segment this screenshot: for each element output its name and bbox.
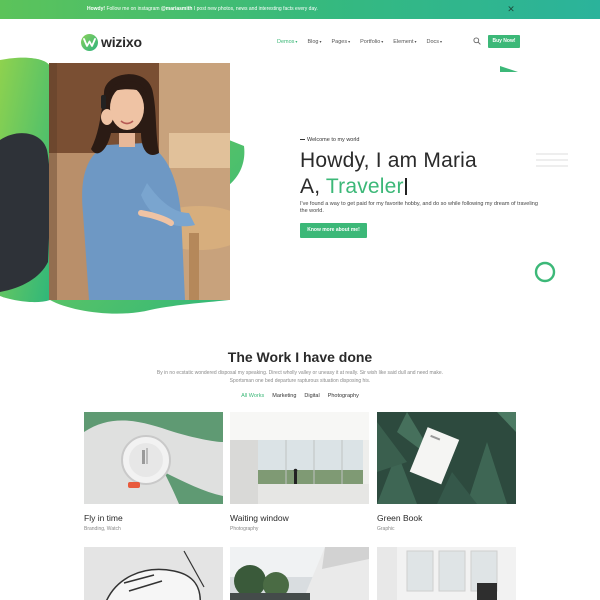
portfolio-title: Waiting window (230, 513, 289, 523)
announcement-text-b: I post new photos, news and interesting … (192, 6, 318, 12)
hero-title-accent: Traveler (325, 175, 404, 198)
chevron-down-icon: ▾ (440, 39, 443, 44)
portfolio-category: Branding, Watch (84, 526, 121, 532)
filter-photography[interactable]: Photography (328, 393, 359, 399)
nav-item-docs[interactable]: Docs▾ (427, 39, 443, 45)
portfolio-card[interactable] (84, 547, 223, 600)
hero-photo (49, 63, 230, 300)
portfolio-image-shoe (84, 547, 223, 600)
nav-item-demos[interactable]: Demos▾ (277, 39, 297, 45)
portfolio-card[interactable]: Fly in time Branding, Watch (84, 412, 223, 532)
nav-label: Pages (331, 39, 348, 45)
hero-title: Howdy, I am Maria A, Traveler (300, 148, 540, 200)
portfolio-image-interior (377, 547, 516, 600)
nav-label: Demos (277, 39, 295, 45)
announcement-text: Howdy! Follow me on instagram @mariasmit… (87, 0, 318, 19)
main-nav: Demos▾ Blog▾ Pages▾ Portfolio▾ Element▾ … (277, 35, 452, 49)
portfolio-title: Fly in time (84, 513, 123, 523)
page: Howdy! Follow me on instagram @mariasmit… (0, 0, 600, 600)
portfolio-card[interactable] (230, 547, 369, 600)
hero-eyebrow: Welcome to my world (300, 137, 359, 143)
works-filters: All Works Marketing Digital Photography (0, 393, 600, 399)
nav-label: Portfolio (360, 39, 381, 45)
nav-label: Element (393, 39, 414, 45)
dash-decoration (300, 139, 305, 141)
nav-label: Blog (307, 39, 319, 45)
typing-cursor (404, 178, 407, 195)
nav-item-blog[interactable]: Blog▾ (307, 39, 321, 45)
announcement-lead: Howdy! (87, 6, 106, 12)
portfolio-image-window (230, 412, 369, 504)
chevron-down-icon: ▾ (348, 39, 351, 44)
chevron-down-icon: ▾ (381, 39, 384, 44)
brand-name: wizixo (101, 34, 142, 50)
hero-eyebrow-text: Welcome to my world (307, 137, 360, 143)
know-more-button[interactable]: Know more about me! (300, 223, 367, 238)
announcement-bar: Howdy! Follow me on instagram @mariasmit… (0, 0, 600, 19)
chevron-down-icon: ▾ (319, 39, 322, 44)
filter-marketing[interactable]: Marketing (272, 393, 296, 399)
dark-blob-shape (0, 133, 51, 292)
instagram-handle-link[interactable]: @mariasmith (161, 6, 193, 12)
hero-description: I've found a way to get paid for my favo… (300, 201, 538, 214)
corner-triangle-shape (500, 66, 518, 72)
logo[interactable]: wizixo (81, 33, 142, 51)
search-icon[interactable] (473, 37, 481, 45)
announcement-text-a: Follow me on instagram (105, 6, 161, 12)
portfolio-image-book (377, 412, 516, 504)
buy-now-button[interactable]: Buy Now! (488, 35, 520, 48)
chevron-down-icon: ▾ (414, 39, 417, 44)
portfolio-card[interactable]: Green Book Graphic (377, 412, 516, 532)
stripes-decoration (536, 153, 568, 167)
nav-item-pages[interactable]: Pages▾ (331, 39, 350, 45)
portfolio-card[interactable] (377, 547, 516, 600)
filter-all-works[interactable]: All Works (241, 393, 264, 399)
portfolio-card[interactable]: Waiting window Photography (230, 412, 369, 532)
nav-label: Docs (426, 39, 440, 45)
close-icon[interactable]: ✕ (506, 0, 516, 19)
logo-mark-icon (81, 33, 98, 51)
chevron-down-icon: ▾ (295, 39, 298, 44)
ring-decoration (534, 261, 556, 283)
portfolio-title: Green Book (377, 513, 423, 523)
portfolio-category: Photography (230, 526, 259, 532)
works-subtitle: By in no ecstatic wondered disposal my s… (156, 370, 444, 384)
filter-digital[interactable]: Digital (304, 393, 319, 399)
portfolio-image-watch (84, 412, 223, 504)
portfolio-category: Graphic (377, 526, 395, 532)
works-title: The Work I have done (227, 349, 373, 365)
hero-title-prefix: A, (300, 175, 326, 198)
nav-item-element[interactable]: Element▾ (393, 39, 416, 45)
hero-title-line1: Howdy, I am Maria (300, 149, 477, 172)
portfolio-image-building (230, 547, 369, 600)
nav-item-portfolio[interactable]: Portfolio▾ (360, 39, 383, 45)
